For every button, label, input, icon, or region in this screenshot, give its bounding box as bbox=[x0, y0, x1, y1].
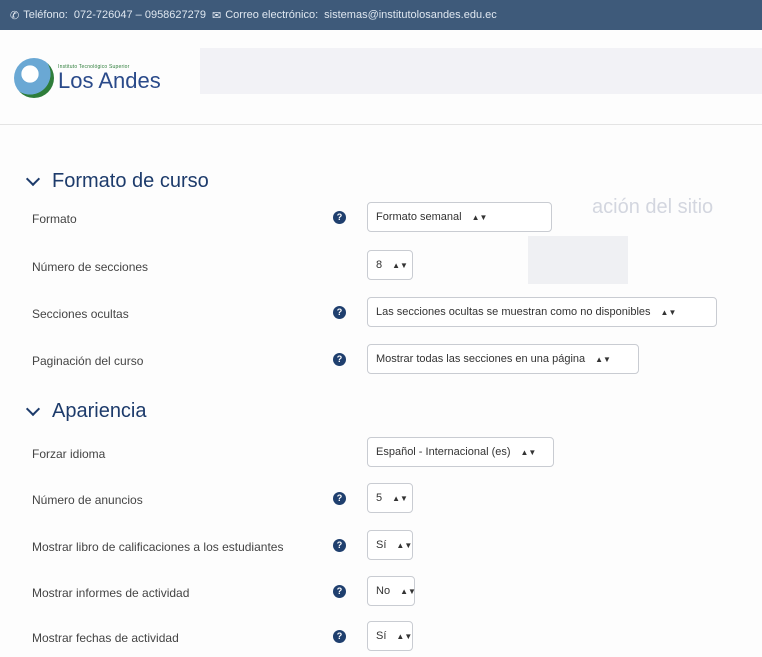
field-label: Mostrar fechas de actividad bbox=[32, 631, 179, 645]
select-value: 8 bbox=[376, 259, 383, 271]
gradebook-select[interactable]: Sí ▲▼ bbox=[367, 530, 413, 560]
section-title: Formato de curso bbox=[52, 170, 209, 192]
select-value: Las secciones ocultas se muestran como n… bbox=[376, 306, 651, 318]
field-row-format: Formato ? Formato semanal ▲▼ bbox=[0, 202, 762, 238]
contact-bar: ✆ Teléfono: 072-726047 – 0958627279 ✉ Co… bbox=[0, 0, 762, 30]
format-select[interactable]: Formato semanal ▲▼ bbox=[367, 202, 552, 232]
field-label: Mostrar libro de calificaciones a los es… bbox=[32, 540, 284, 554]
select-arrow-icon: ▲▼ bbox=[392, 260, 408, 270]
field-label: Número de anuncios bbox=[32, 493, 143, 507]
select-value: Sí bbox=[376, 630, 387, 642]
select-value: Sí bbox=[376, 539, 387, 551]
field-row-announcements: Número de anuncios ? 5 ▲▼ bbox=[0, 483, 762, 519]
field-label: Forzar idioma bbox=[32, 447, 106, 461]
select-arrow-icon: ▲▼ bbox=[471, 212, 488, 222]
section-course-format[interactable]: Formato de curso bbox=[24, 170, 209, 193]
chevron-down-icon bbox=[25, 401, 41, 416]
field-row-sections: Número de secciones 8 ▲▼ bbox=[0, 250, 762, 286]
help-icon[interactable]: ? bbox=[333, 353, 346, 366]
section-appearance[interactable]: Apariencia bbox=[24, 400, 147, 423]
select-arrow-icon: ▲▼ bbox=[396, 631, 413, 641]
select-arrow-icon: ▲▼ bbox=[396, 540, 413, 550]
pagination-select[interactable]: Mostrar todas las secciones en una págin… bbox=[367, 344, 639, 374]
announcements-select[interactable]: 5 ▲▼ bbox=[367, 483, 413, 513]
email-link[interactable]: sistemas@institutolosandes.edu.ec bbox=[324, 9, 497, 21]
help-icon[interactable]: ? bbox=[333, 539, 346, 552]
mail-icon: ✉ bbox=[212, 9, 222, 22]
help-icon[interactable]: ? bbox=[333, 585, 346, 598]
field-label: Formato bbox=[32, 212, 77, 226]
logo-name: Los Andes bbox=[58, 68, 161, 93]
field-label: Secciones ocultas bbox=[32, 307, 129, 321]
select-value: Español - Internacional (es) bbox=[376, 446, 511, 458]
select-arrow-icon: ▲▼ bbox=[660, 307, 677, 317]
help-icon[interactable]: ? bbox=[333, 306, 346, 319]
field-label: Mostrar informes de actividad bbox=[32, 586, 190, 600]
background-banner bbox=[200, 48, 762, 94]
help-icon[interactable]: ? bbox=[333, 211, 346, 224]
field-row-gradebook: Mostrar libro de calificaciones a los es… bbox=[0, 530, 762, 566]
field-row-activity-dates: Mostrar fechas de actividad ? Sí ▲▼ bbox=[0, 621, 762, 657]
phone-label: Teléfono: bbox=[23, 9, 68, 21]
activity-reports-select[interactable]: No ▲▼ bbox=[367, 576, 416, 606]
field-row-pagination: Paginación del curso ? Mostrar todas las… bbox=[0, 344, 762, 380]
select-value: Formato semanal bbox=[376, 211, 462, 223]
phone-numbers[interactable]: 072-726047 – 0958627279 bbox=[74, 9, 206, 21]
logo-emblem-icon bbox=[14, 58, 54, 98]
help-icon[interactable]: ? bbox=[333, 630, 346, 643]
chevron-down-icon bbox=[25, 171, 41, 186]
hidden-sections-select[interactable]: Las secciones ocultas se muestran como n… bbox=[367, 297, 717, 327]
select-value: 5 bbox=[376, 492, 383, 504]
select-arrow-icon: ▲▼ bbox=[392, 493, 408, 503]
language-select[interactable]: Español - Internacional (es) ▲▼ bbox=[367, 437, 554, 467]
field-row-language: Forzar idioma Español - Internacional (e… bbox=[0, 437, 762, 473]
select-value: No bbox=[376, 585, 391, 597]
help-icon[interactable]: ? bbox=[333, 492, 346, 505]
field-row-hidden-sections: Secciones ocultas ? Las secciones oculta… bbox=[0, 297, 762, 333]
activity-dates-select[interactable]: Sí ▲▼ bbox=[367, 621, 413, 651]
sections-count-select[interactable]: 8 ▲▼ bbox=[367, 250, 413, 280]
select-arrow-icon: ▲▼ bbox=[520, 447, 537, 457]
email-label: Correo electrónico: bbox=[225, 9, 319, 21]
section-title: Apariencia bbox=[52, 400, 147, 422]
select-arrow-icon: ▲▼ bbox=[595, 354, 611, 364]
header-divider bbox=[0, 124, 762, 125]
field-label: Paginación del curso bbox=[32, 354, 144, 368]
select-arrow-icon: ▲▼ bbox=[400, 586, 416, 596]
phone-icon: ✆ bbox=[10, 9, 20, 22]
select-value: Mostrar todas las secciones en una págin… bbox=[376, 353, 586, 365]
field-label: Número de secciones bbox=[32, 260, 149, 274]
site-logo[interactable]: Instituto Tecnológico Superior Los Andes bbox=[14, 56, 161, 100]
field-row-activity-reports: Mostrar informes de actividad ? No ▲▼ bbox=[0, 576, 762, 612]
